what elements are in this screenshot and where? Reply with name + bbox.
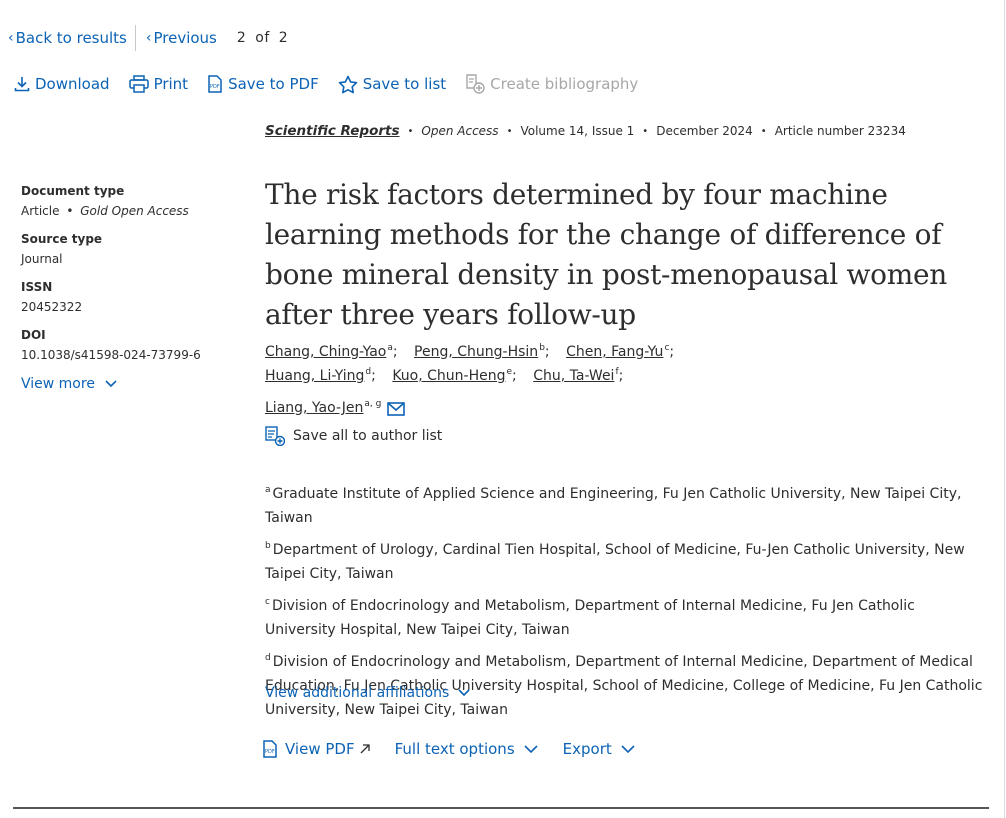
author-link[interactable]: Huang, Li-Yingd xyxy=(265,367,371,384)
author-line-3: Liang, Yao-Jena, g xyxy=(265,399,406,416)
author-link[interactable]: Liang, Yao-Jena, g xyxy=(265,399,381,416)
chevron-down-icon xyxy=(621,745,635,754)
view-pdf-button[interactable]: PDF View PDF xyxy=(262,740,371,758)
affiliation-item: a Graduate Institute of Applied Science a… xyxy=(265,485,962,526)
download-icon xyxy=(14,77,30,92)
external-link-icon xyxy=(360,744,370,754)
author-link[interactable]: Chen, Fang-Yuc xyxy=(566,343,669,360)
author-separator: ; xyxy=(512,368,517,384)
author-line-2: Huang, Li-Yingd; Kuo, Chun-Henge; Chu, T… xyxy=(265,367,623,384)
export-label: Export xyxy=(562,740,612,758)
separator-dot: • xyxy=(407,125,414,137)
print-button[interactable]: Print xyxy=(128,75,189,93)
print-label: Print xyxy=(153,75,189,93)
export-button[interactable]: Export xyxy=(563,740,636,758)
source-type-label: Source type xyxy=(21,232,103,246)
separator-dot: • xyxy=(642,125,649,137)
issn-value: 20452322 xyxy=(21,300,83,314)
author-separator: ; xyxy=(371,368,376,384)
issn-label: ISSN xyxy=(21,280,53,294)
author-link[interactable]: Kuo, Chun-Henge xyxy=(392,367,512,384)
separator-dot: • xyxy=(506,125,513,137)
download-button[interactable]: Download xyxy=(14,75,110,93)
document-type-label: Document type xyxy=(21,184,125,198)
author-link[interactable]: Chang, Ching-Yaoa xyxy=(265,343,393,360)
document-sidebar: Document type Article • Gold Open Access… xyxy=(21,184,241,392)
pdf-file-icon: PDF xyxy=(263,740,277,758)
chevron-left-icon: ‹ xyxy=(145,30,152,46)
email-icon[interactable] xyxy=(387,402,406,416)
result-of: of xyxy=(255,30,270,46)
author-link[interactable]: Peng, Chung-Hsinb xyxy=(414,343,545,360)
doi-value: 10.1038/s41598-024-73799-6 xyxy=(21,348,201,362)
bibliography-icon xyxy=(466,74,485,94)
svg-text:PDF: PDF xyxy=(265,749,275,755)
result-total: 2 xyxy=(278,30,289,46)
view-more-button[interactable]: View more xyxy=(21,376,241,392)
journal-info: Scientific Reports • Open Access • Volum… xyxy=(265,121,906,141)
create-bibliography-label: Create bibliography xyxy=(490,75,639,93)
affiliation-item: b Department of Urology, Cardinal Tien Ho… xyxy=(265,541,965,582)
article-actions: PDF View PDF Full text options Export xyxy=(262,737,660,761)
author-link[interactable]: Chu, Ta-Weif xyxy=(533,367,618,384)
save-all-to-author-list-label: Save all to author list xyxy=(293,428,443,444)
open-access-label: Open Access xyxy=(421,124,499,138)
chevron-down-icon xyxy=(105,380,117,388)
view-pdf-label: View PDF xyxy=(285,740,355,758)
publication-date: December 2024 xyxy=(656,124,753,138)
affiliation-item: c Division of Endocrinology and Metabolis… xyxy=(265,597,915,638)
printer-icon xyxy=(128,75,149,93)
previous-link[interactable]: ‹ Previous xyxy=(146,29,217,47)
nav-divider xyxy=(134,25,136,51)
view-more-label: View more xyxy=(21,376,95,392)
pdf-icon: PDF xyxy=(208,75,222,93)
author-list-add-icon xyxy=(265,426,285,446)
create-bibliography-button[interactable]: Create bibliography xyxy=(465,74,638,94)
download-label: Download xyxy=(35,75,110,93)
section-divider xyxy=(13,807,989,809)
view-additional-affiliations-button[interactable]: View additional affiliations xyxy=(265,682,471,704)
back-to-results-link[interactable]: ‹ Back to results xyxy=(8,29,127,47)
author-separator: ; xyxy=(669,344,675,360)
svg-text:PDF: PDF xyxy=(210,84,220,90)
document-toolbar: Download Print PDF Save to PDF Save to l… xyxy=(14,72,657,96)
document-type-value: Article • Gold Open Access xyxy=(21,204,189,218)
full-text-options-label: Full text options xyxy=(394,740,515,758)
author-line-1: Chang, Ching-Yaoa; Peng, Chung-Hsinb; Ch… xyxy=(265,343,674,360)
volume-issue: Volume 14, Issue 1 xyxy=(520,124,635,138)
author-separator: ; xyxy=(392,344,398,360)
full-text-options-button[interactable]: Full text options xyxy=(395,740,539,758)
result-current: 2 xyxy=(236,30,247,46)
journal-name-link[interactable]: Scientific Reports xyxy=(265,123,400,139)
author-separator: ; xyxy=(618,368,624,384)
view-additional-affiliations-label: View additional affiliations xyxy=(265,685,450,701)
chevron-left-icon: ‹ xyxy=(8,30,14,46)
result-navigation: ‹ Back to results ‹ Previous 2 of 2 xyxy=(8,25,288,51)
page-edge-divider xyxy=(1004,0,1005,818)
chevron-down-icon xyxy=(524,745,538,754)
article-number: Article number 23234 xyxy=(774,124,906,138)
save-all-to-author-list-button[interactable]: Save all to author list xyxy=(265,426,442,446)
separator-dot: • xyxy=(760,125,767,137)
save-to-list-label: Save to list xyxy=(362,75,447,93)
doi-label: DOI xyxy=(21,328,46,342)
save-to-pdf-button[interactable]: PDF Save to PDF xyxy=(207,75,319,93)
article-title: The risk factors determined by four mach… xyxy=(265,178,947,331)
source-type-value: Journal xyxy=(21,252,63,266)
result-counter: 2 of 2 xyxy=(237,30,288,46)
previous-label: Previous xyxy=(153,29,217,47)
chevron-down-icon xyxy=(458,689,470,697)
save-to-pdf-label: Save to PDF xyxy=(228,75,319,93)
save-to-list-button[interactable]: Save to list xyxy=(338,75,446,94)
star-icon xyxy=(338,75,358,93)
author-separator: ; xyxy=(544,344,550,360)
back-to-results-label: Back to results xyxy=(15,29,127,47)
